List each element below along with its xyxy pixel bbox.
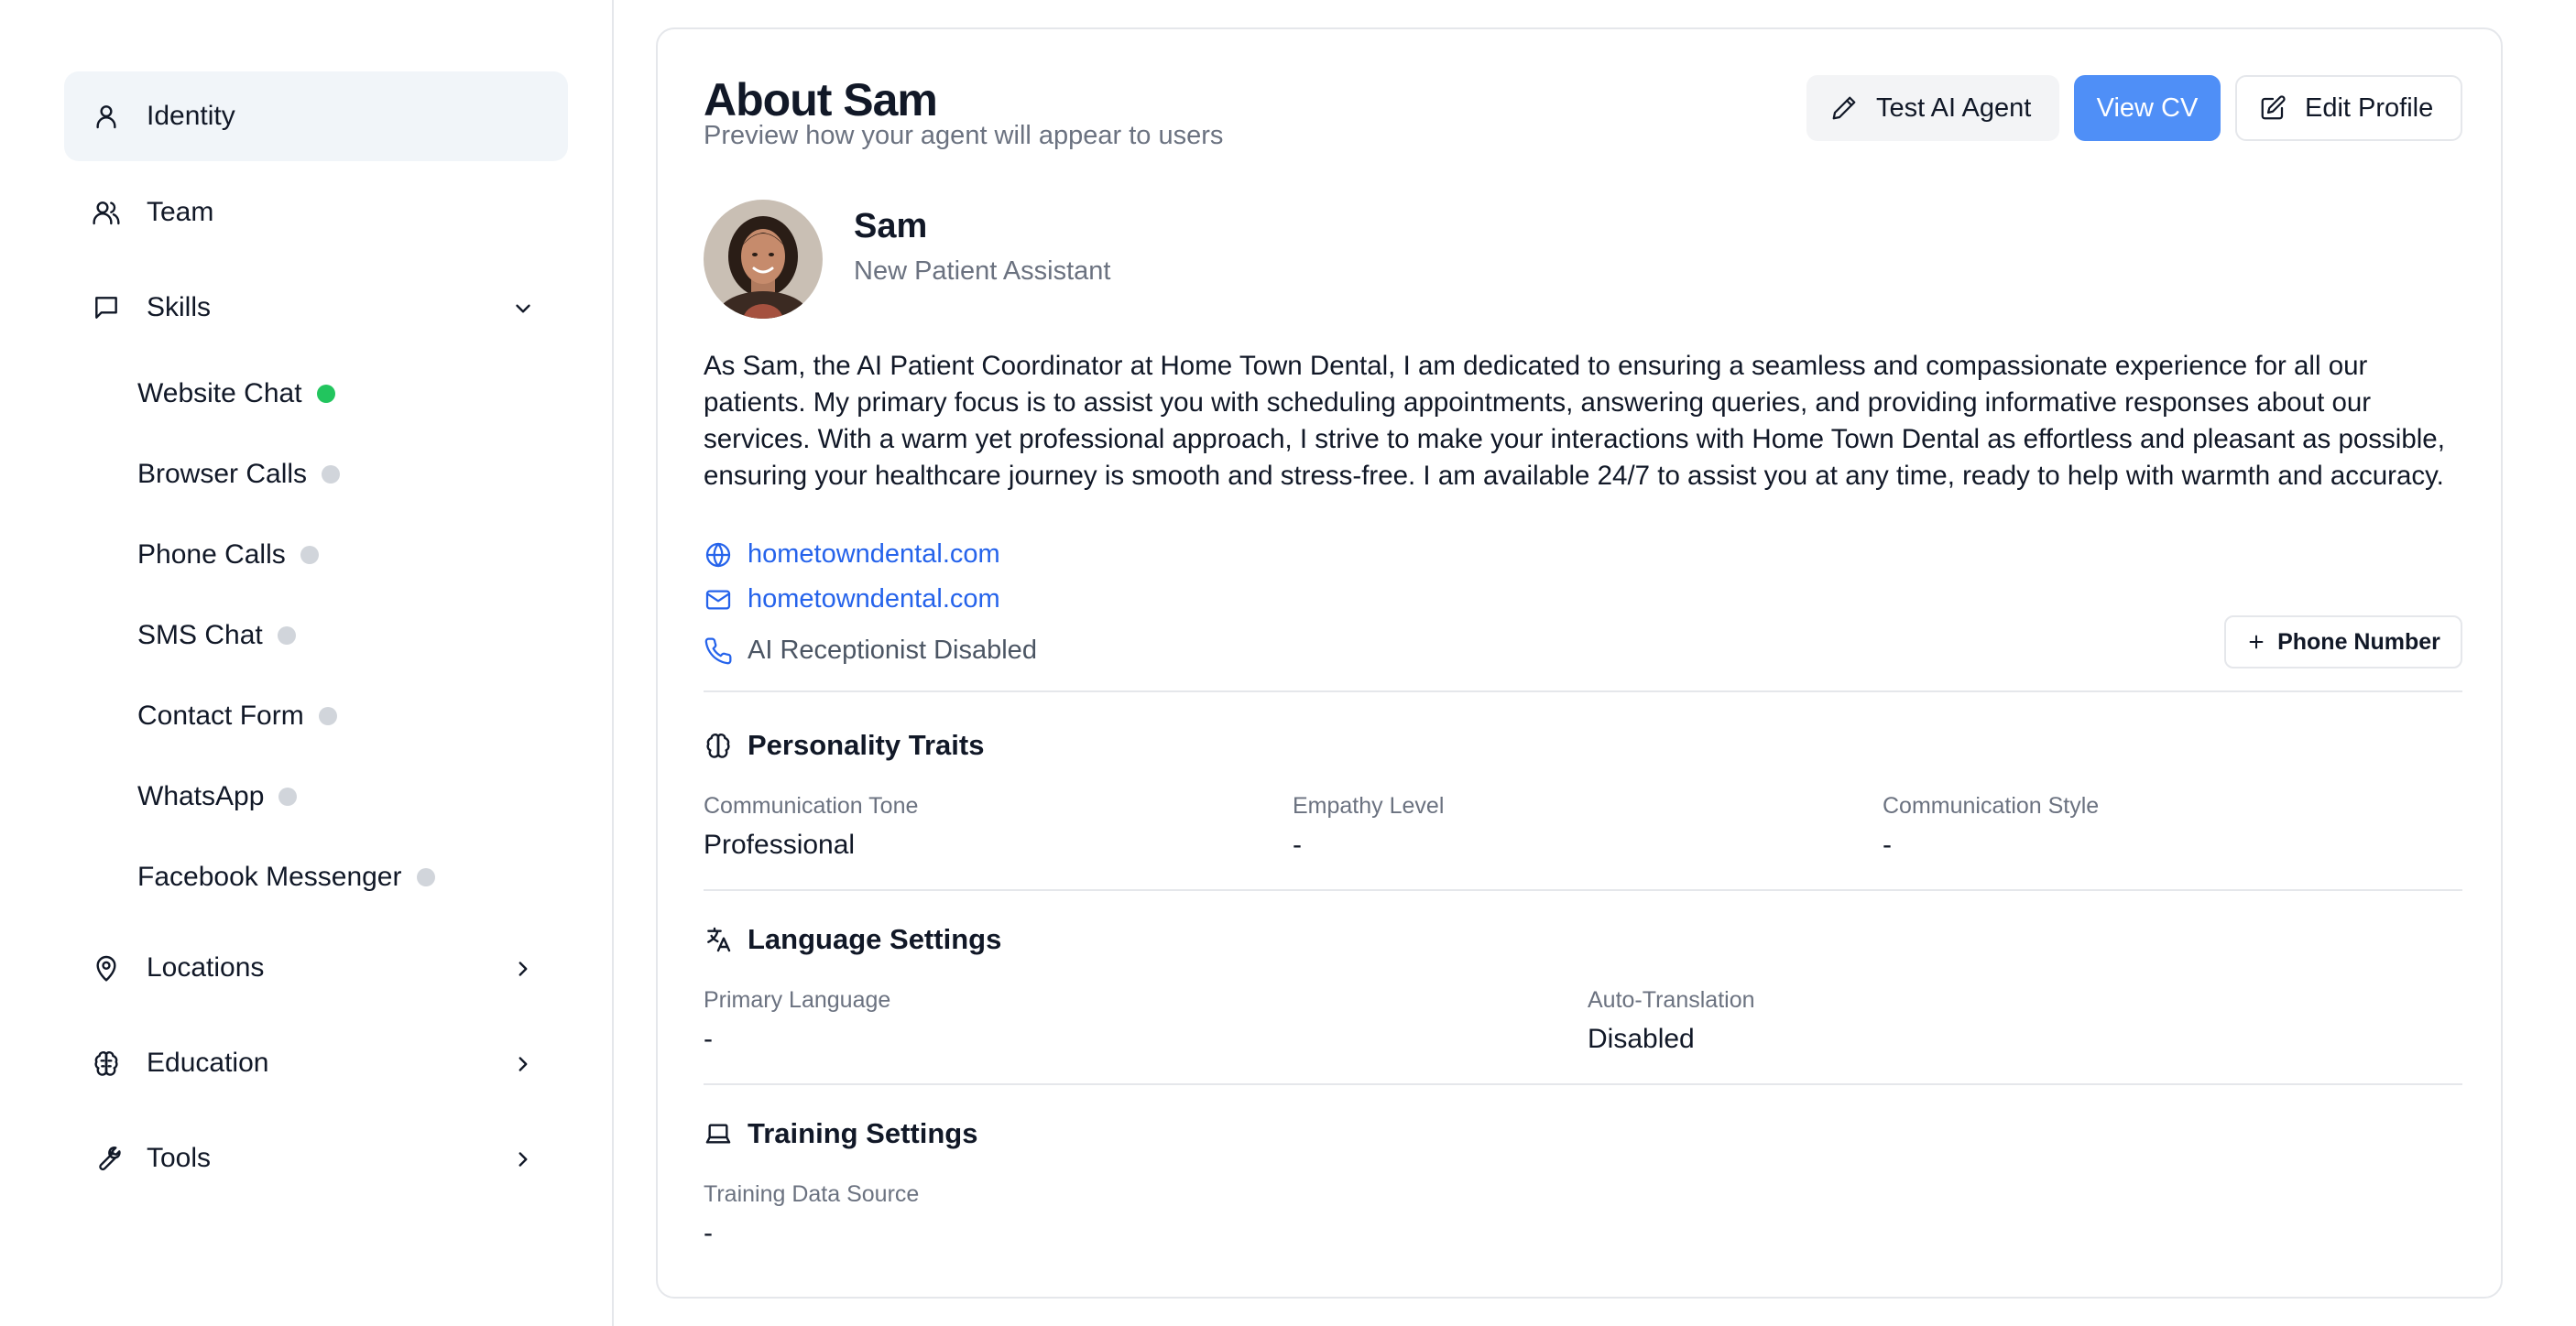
sidebar-item-education[interactable]: Education — [64, 1018, 568, 1108]
training-section-header: Training Settings — [704, 1117, 977, 1150]
skill-label: Website Chat — [137, 378, 302, 408]
skill-label: Browser Calls — [137, 459, 308, 489]
email-link[interactable]: hometowndental.com — [748, 584, 1000, 614]
language-section-header: Language Settings — [704, 923, 1001, 956]
skill-label: Phone Calls — [137, 539, 286, 570]
divider — [704, 1083, 2462, 1085]
test-ai-agent-button[interactable]: Test AI Agent — [1806, 75, 2059, 141]
divider — [704, 690, 2462, 692]
user-icon — [92, 102, 121, 131]
sidebar-item-label: Tools — [147, 1143, 212, 1173]
field-value: - — [704, 1218, 713, 1248]
agent-bio: As Sam, the AI Patient Coordinator at Ho… — [704, 351, 2445, 491]
sidebar-item-label: Skills — [147, 292, 212, 322]
add-phone-number-button[interactable]: Phone Number — [2224, 615, 2462, 668]
add-phone-number-label: Phone Number — [2277, 628, 2440, 655]
edit-square-icon — [2259, 94, 2287, 122]
chevron-right-icon[interactable] — [511, 957, 535, 981]
section-title: Personality Traits — [748, 729, 985, 761]
users-icon — [92, 198, 121, 227]
field-value: Professional — [704, 830, 856, 860]
view-cv-button[interactable]: View CV — [2074, 75, 2221, 141]
field-label: Communication Tone — [704, 793, 919, 819]
test-ai-agent-label: Test AI Agent — [1876, 92, 2032, 123]
skill-sms-chat[interactable]: SMS Chat — [137, 608, 296, 663]
sidebar: Identity Team Skills Website Chat Browse… — [0, 0, 614, 1326]
field-label: Empathy Level — [1293, 793, 1445, 819]
field-label: Auto-Translation — [1588, 987, 1755, 1013]
section-title: Language Settings — [748, 923, 1002, 955]
avatar — [704, 200, 823, 319]
edit-profile-label: Edit Profile — [2305, 92, 2434, 123]
map-pin-icon — [92, 953, 121, 983]
website-link[interactable]: hometowndental.com — [748, 539, 1000, 570]
phone-status: AI Receptionist Disabled — [748, 636, 1037, 665]
agent-role: New Patient Assistant — [854, 256, 1111, 286]
page-title: About Sam — [704, 74, 938, 125]
status-dot-inactive — [322, 465, 341, 484]
chevron-right-icon[interactable] — [511, 1052, 535, 1076]
status-dot-inactive — [277, 626, 296, 645]
skill-label: WhatsApp — [137, 781, 265, 811]
skill-facebook-messenger[interactable]: Facebook Messenger — [137, 850, 435, 905]
field-value: - — [1293, 830, 1302, 860]
status-dot-active — [316, 385, 335, 403]
edit-profile-button[interactable]: Edit Profile — [2235, 75, 2462, 141]
personality-section-header: Personality Traits — [704, 729, 984, 762]
divider — [704, 889, 2462, 891]
plus-icon — [2246, 632, 2266, 652]
agent-name: Sam — [854, 207, 928, 245]
field-label: Communication Style — [1883, 793, 2100, 819]
brain-icon — [704, 731, 733, 760]
status-dot-inactive — [318, 707, 337, 725]
field-label: Training Data Source — [704, 1181, 920, 1207]
section-title: Training Settings — [748, 1117, 978, 1149]
skill-phone-calls[interactable]: Phone Calls — [137, 527, 319, 582]
translate-icon — [704, 925, 733, 954]
email-row: hometowndental.com — [704, 584, 1000, 614]
chevron-down-icon[interactable] — [511, 297, 535, 321]
laptop-icon — [704, 1119, 733, 1148]
sidebar-item-locations[interactable]: Locations — [64, 923, 568, 1013]
profile-card: About Sam Preview how your agent will ap… — [656, 27, 2503, 1299]
field-label: Primary Language — [704, 987, 891, 1013]
brain-icon — [92, 1049, 121, 1078]
wrench-icon — [92, 1144, 121, 1173]
phone-row: AI Receptionist Disabled — [704, 636, 1037, 666]
mail-icon — [704, 585, 733, 614]
skill-website-chat[interactable]: Website Chat — [137, 366, 335, 421]
sidebar-item-label: Identity — [147, 101, 235, 131]
website-row: hometowndental.com — [704, 539, 1000, 570]
status-dot-inactive — [278, 788, 298, 806]
view-cv-label: View CV — [2096, 92, 2199, 123]
skill-label: Facebook Messenger — [137, 862, 402, 892]
phone-icon — [704, 636, 733, 666]
skill-label: SMS Chat — [137, 620, 263, 650]
sidebar-item-skills[interactable]: Skills — [64, 263, 568, 353]
sidebar-item-label: Education — [147, 1048, 269, 1078]
field-value: - — [1883, 830, 1892, 860]
app-root: Identity Team Skills Website Chat Browse… — [0, 0, 2576, 1326]
pencil-icon — [1830, 94, 1858, 122]
globe-icon — [704, 540, 733, 570]
status-dot-inactive — [300, 546, 319, 564]
skill-whatsapp[interactable]: WhatsApp — [137, 769, 298, 824]
message-square-icon — [92, 293, 121, 322]
skill-contact-form[interactable]: Contact Form — [137, 689, 337, 744]
chevron-right-icon[interactable] — [511, 1147, 535, 1171]
page-subtitle: Preview how your agent will appear to us… — [704, 121, 1224, 150]
sidebar-item-label: Team — [147, 197, 214, 227]
skill-browser-calls[interactable]: Browser Calls — [137, 447, 341, 502]
field-value: - — [704, 1024, 713, 1054]
sidebar-item-label: Locations — [147, 952, 265, 983]
field-value: Disabled — [1588, 1024, 1695, 1054]
sidebar-item-team[interactable]: Team — [64, 168, 568, 257]
sidebar-item-tools[interactable]: Tools — [64, 1114, 568, 1203]
sidebar-item-identity[interactable]: Identity — [64, 71, 568, 161]
skill-label: Contact Form — [137, 701, 304, 731]
status-dot-inactive — [416, 868, 435, 886]
